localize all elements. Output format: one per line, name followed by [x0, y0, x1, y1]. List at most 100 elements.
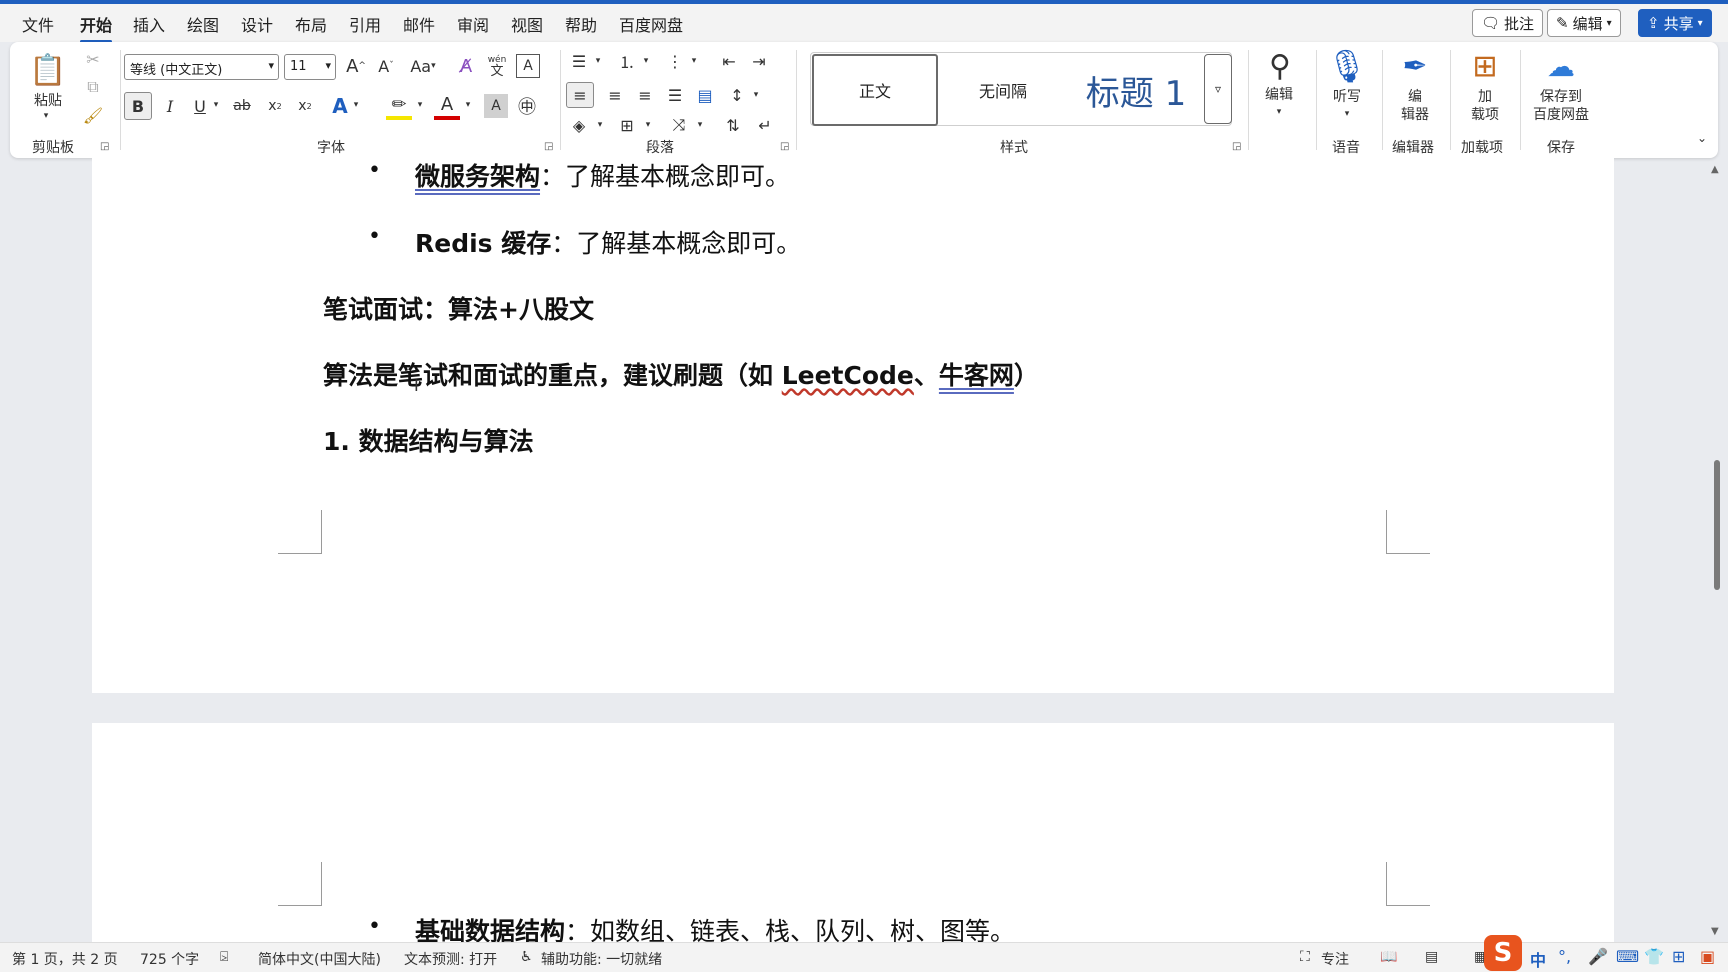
clipboard-icon[interactable]: 📋: [29, 50, 66, 90]
show-marks-icon[interactable]: ↵: [752, 112, 778, 138]
focus-icon[interactable]: ⛶: [1300, 949, 1310, 965]
editor-button-label[interactable]: 编辑器: [1392, 88, 1438, 124]
tab-view[interactable]: 视图: [511, 12, 543, 36]
ime-voice-icon[interactable]: 🎤: [1588, 947, 1608, 966]
microphone-icon[interactable]: 🎙: [1324, 44, 1370, 88]
ime-toolbox-icon[interactable]: ⊞: [1672, 947, 1685, 966]
scroll-up-icon[interactable]: ▲: [1711, 164, 1719, 175]
increase-indent-icon[interactable]: ⇥: [746, 50, 772, 72]
enclose-characters-icon[interactable]: ㊥: [514, 92, 540, 120]
addins-button-label[interactable]: 加载项: [1462, 88, 1508, 124]
numbering-icon[interactable]: ⒈: [614, 50, 640, 72]
style-heading-1[interactable]: 标题 1: [1068, 54, 1204, 126]
ime-chinese-mode[interactable]: 中: [1530, 947, 1546, 971]
shading-icon[interactable]: ◈: [566, 112, 592, 138]
justify-icon[interactable]: ☰: [662, 82, 688, 108]
page-count[interactable]: 第 1 页，共 2 页: [12, 949, 118, 969]
tab-mailings[interactable]: 邮件: [403, 12, 435, 36]
dialog-launcher-icon[interactable]: ◲: [1232, 141, 1241, 152]
bullet-redis[interactable]: Redis 缓存：了解基本概念即可。: [415, 224, 801, 260]
share-button[interactable]: ⇪ 共享 ▾: [1638, 9, 1712, 37]
chevron-down-icon[interactable]: ▾: [1341, 108, 1353, 120]
dictate-button-label[interactable]: 听写: [1324, 88, 1370, 106]
accessibility-status[interactable]: 辅助功能: 一切就绪: [541, 949, 662, 969]
heading-data-structures[interactable]: 1. 数据结构与算法: [323, 422, 534, 458]
chevron-down-icon[interactable]: ▾: [592, 54, 604, 68]
chevron-down-icon[interactable]: ▾: [594, 118, 606, 132]
editor-pen-icon[interactable]: ✒: [1392, 46, 1438, 86]
character-border-icon[interactable]: A: [516, 54, 540, 78]
addins-grid-icon[interactable]: ⊞: [1462, 46, 1508, 86]
format-painter-icon[interactable]: 🖌: [82, 104, 104, 126]
phonetic-guide-icon[interactable]: wén 文: [484, 52, 510, 80]
decrease-indent-icon[interactable]: ⇤: [716, 50, 742, 72]
font-color-icon[interactable]: A: [434, 92, 460, 120]
ime-skin-icon[interactable]: 👕: [1644, 947, 1664, 966]
chevron-down-icon[interactable]: ▾: [642, 118, 654, 132]
scrollbar-thumb[interactable]: [1714, 460, 1720, 590]
heading-written-interview[interactable]: 笔试面试：算法+八股文: [323, 290, 594, 326]
editing-button-label[interactable]: 编辑: [1256, 86, 1302, 104]
chinese-layout-icon[interactable]: ⤨: [666, 112, 692, 138]
save-to-baidu-label[interactable]: 保存到 百度网盘: [1520, 88, 1602, 124]
dialog-launcher-icon[interactable]: ◲: [780, 141, 789, 152]
subscript-button[interactable]: x2: [262, 92, 288, 120]
align-left-icon[interactable]: ≡: [566, 82, 594, 108]
underline-button[interactable]: U: [188, 92, 212, 120]
superscript-button[interactable]: x2: [292, 92, 318, 120]
align-right-icon[interactable]: ≡: [632, 82, 658, 108]
style-normal[interactable]: 正文: [812, 54, 938, 126]
edit-mode-button[interactable]: ✎ 编辑 ▾: [1547, 9, 1621, 37]
tab-design[interactable]: 设计: [241, 12, 273, 36]
sort-icon[interactable]: ⇅: [720, 112, 746, 138]
font-name-select[interactable]: 等线 (中文正文) ▾: [124, 54, 279, 80]
search-icon[interactable]: ⚲: [1258, 44, 1302, 88]
character-shading-icon[interactable]: A: [484, 94, 508, 118]
tab-help[interactable]: 帮助: [565, 12, 597, 36]
borders-icon[interactable]: ⊞: [614, 112, 640, 138]
styles-more-icon[interactable]: ▿: [1204, 54, 1232, 124]
text-prediction-status[interactable]: 文本预测: 打开: [404, 949, 497, 969]
print-layout-icon[interactable]: ▤: [1425, 949, 1438, 965]
chevron-down-icon[interactable]: ▾: [694, 118, 706, 132]
italic-button[interactable]: I: [158, 92, 182, 120]
ime-keyboard-icon[interactable]: ⌨: [1616, 947, 1639, 966]
sogou-ime-icon[interactable]: S: [1484, 935, 1522, 971]
comment-button[interactable]: 🗨 批注: [1472, 9, 1544, 37]
align-center-icon[interactable]: ≡: [602, 82, 628, 108]
paste-button-label[interactable]: 粘贴: [32, 92, 64, 110]
dialog-launcher-icon[interactable]: ◲: [100, 141, 109, 152]
strikethrough-button[interactable]: ab: [228, 92, 256, 120]
read-mode-icon[interactable]: 📖: [1380, 949, 1397, 965]
style-no-spacing[interactable]: 无间隔: [940, 54, 1066, 126]
cut-icon[interactable]: ✂: [82, 48, 104, 70]
chevron-down-icon[interactable]: ▾: [414, 98, 426, 112]
chevron-down-icon[interactable]: ▾: [640, 54, 652, 68]
font-size-select[interactable]: 11 ▾: [284, 54, 336, 80]
chevron-down-icon[interactable]: ▾: [40, 110, 52, 122]
chevron-down-icon[interactable]: ▾: [210, 98, 222, 112]
highlight-icon[interactable]: ✏: [386, 92, 412, 120]
scroll-down-icon[interactable]: ▼: [1711, 926, 1719, 937]
bullet-microservices[interactable]: 微服务架构：了解基本概念即可。: [415, 157, 790, 193]
chevron-down-icon[interactable]: ▾: [750, 88, 762, 102]
tab-insert[interactable]: 插入: [133, 12, 165, 36]
baidu-netdisk-icon[interactable]: ☁: [1538, 46, 1584, 86]
language-status[interactable]: 简体中文(中国大陆): [258, 949, 381, 969]
dialog-launcher-icon[interactable]: ◲: [544, 141, 553, 152]
focus-mode-label[interactable]: 专注: [1321, 949, 1349, 969]
collapse-ribbon-icon[interactable]: ⌄: [1694, 130, 1710, 146]
bold-button[interactable]: B: [124, 92, 152, 120]
chevron-down-icon[interactable]: ▾: [350, 98, 362, 112]
copy-icon[interactable]: ⧉: [82, 76, 104, 98]
tab-baidu-netdisk[interactable]: 百度网盘: [619, 12, 683, 36]
tab-file[interactable]: 文件: [22, 12, 54, 36]
tab-references[interactable]: 引用: [349, 12, 381, 36]
bullets-icon[interactable]: ☰: [566, 50, 592, 72]
proofing-icon[interactable]: ⍄: [220, 949, 228, 965]
paragraph-algorithm[interactable]: 算法是笔试和面试的重点，建议刷题（如 LeetCode、牛客网）: [323, 356, 1039, 392]
word-count[interactable]: 725 个字: [140, 949, 199, 969]
multilevel-list-icon[interactable]: ⋮: [662, 50, 688, 72]
accessibility-icon[interactable]: ♿: [520, 949, 533, 965]
grow-font-icon[interactable]: A ^: [344, 54, 368, 78]
